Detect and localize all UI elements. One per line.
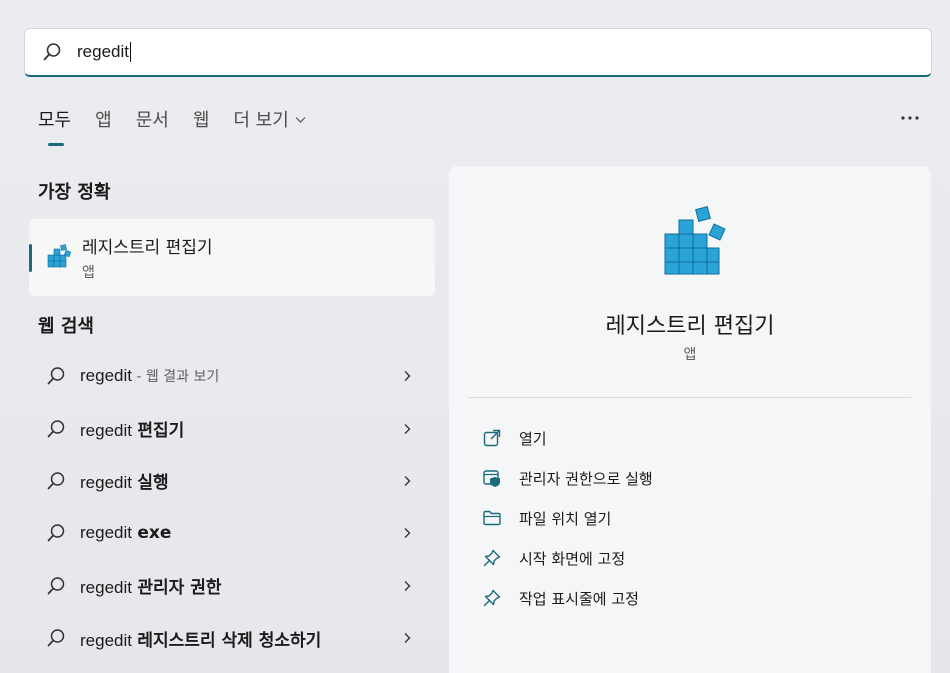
action-pin-to-taskbar-label: 작업 표시줄에 고정 (519, 589, 639, 608)
chevron-right-icon (404, 371, 411, 382)
web-search-item[interactable]: regedit 관리자 권한 (29, 560, 435, 612)
search-query: regedit (77, 41, 129, 61)
divider (468, 397, 911, 398)
open-external-icon (483, 429, 501, 447)
tab-apps[interactable]: 앱 (95, 106, 112, 132)
pin-icon (483, 589, 501, 607)
tab-web[interactable]: 웹 (193, 106, 210, 132)
search-icon (47, 629, 65, 647)
search-icon (47, 524, 65, 542)
search-icon (47, 367, 65, 385)
search-input[interactable]: regedit (77, 42, 131, 63)
tab-documents[interactable]: 문서 (136, 106, 169, 132)
web-search-label: regedit 실행 (80, 468, 169, 493)
search-box[interactable]: regedit (24, 28, 932, 77)
search-icon (43, 43, 61, 61)
action-run-as-admin-label: 관리자 권한으로 실행 (519, 469, 653, 488)
action-pin-to-taskbar[interactable]: 작업 표시줄에 고정 (482, 578, 653, 618)
web-search-query: regedit (80, 421, 132, 441)
action-open-file-location-label: 파일 위치 열기 (519, 509, 612, 528)
more-options-icon[interactable] (900, 108, 920, 128)
tab-all-label: 모두 (38, 110, 72, 131)
tab-all[interactable]: 모두 (38, 106, 72, 146)
action-open-label: 열기 (519, 429, 547, 448)
chevron-right-icon (404, 580, 411, 591)
tab-more[interactable]: 더 보기 (233, 106, 306, 132)
search-icon (47, 419, 65, 437)
best-match-result[interactable]: 레지스트리 편집기 앱 (29, 219, 435, 296)
pin-icon (483, 549, 501, 567)
detail-app-type: 앱 (683, 347, 697, 363)
web-search-suggestion: 관리자 권한 (137, 578, 222, 599)
web-search-suggestion: 실행 (137, 473, 169, 494)
web-search-item[interactable]: regedit - 웹 결과 보기 (29, 350, 435, 402)
web-search-label: regedit exe (80, 523, 171, 543)
detail-panel: 레지스트리 편집기 앱 열기 관리자 권한으로 실행 파일 위치 열기 시작 화… (449, 166, 931, 673)
chevron-down-icon (295, 116, 306, 123)
best-match-type: 앱 (82, 265, 95, 281)
web-search-suggestion: exe (137, 523, 172, 544)
action-pin-to-start-label: 시작 화면에 고정 (519, 549, 626, 568)
web-search-suggestion: 편집기 (137, 421, 185, 442)
tab-more-label: 더 보기 (233, 110, 289, 131)
chevron-right-icon (404, 528, 411, 539)
chevron-right-icon (404, 633, 411, 644)
action-list: 열기 관리자 권한으로 실행 파일 위치 열기 시작 화면에 고정 작업 표시줄… (482, 418, 653, 618)
chevron-right-icon (404, 423, 411, 434)
registry-editor-icon (47, 243, 72, 267)
tab-web-label: 웹 (192, 110, 210, 131)
web-search-query: regedit (80, 366, 132, 386)
action-open[interactable]: 열기 (482, 418, 653, 458)
web-search-query: regedit (80, 523, 132, 543)
web-search-suffix: - 웹 결과 보기 (131, 369, 220, 386)
folder-icon (483, 510, 501, 526)
admin-shield-icon (483, 470, 500, 487)
web-search-label: regedit 관리자 권한 (80, 573, 222, 598)
web-search-item[interactable]: regedit 레지스트리 삭제 청소하기 (29, 612, 435, 664)
web-search-label: regedit 편집기 (80, 416, 184, 441)
selection-indicator (29, 244, 32, 272)
action-open-file-location[interactable]: 파일 위치 열기 (482, 498, 653, 538)
web-search-suggestion: 레지스트리 삭제 청소하기 (137, 630, 322, 651)
action-run-as-admin[interactable]: 관리자 권한으로 실행 (482, 458, 653, 498)
web-search-item[interactable]: regedit 실행 (29, 455, 435, 507)
web-search-item[interactable]: regedit exe (29, 507, 435, 559)
tab-apps-label: 앱 (95, 110, 112, 131)
web-search-item[interactable]: regedit 편집기 (29, 402, 435, 454)
search-icon (47, 577, 65, 595)
web-search-heading: 웹 검색 (38, 316, 94, 337)
web-search-query: regedit (80, 630, 132, 650)
web-search-list: regedit - 웹 결과 보기 regedit 편집기 regedit 실행… (29, 350, 435, 664)
action-pin-to-start[interactable]: 시작 화면에 고정 (482, 538, 653, 578)
web-search-query: regedit (80, 578, 132, 598)
detail-app-name: 레지스트리 편집기 (605, 314, 775, 339)
tab-documents-label: 문서 (135, 110, 169, 131)
chevron-right-icon (404, 475, 411, 486)
web-search-query: regedit (80, 473, 132, 493)
web-search-label: regedit 레지스트리 삭제 청소하기 (80, 626, 321, 651)
best-match-heading: 가장 정확 (38, 182, 111, 203)
search-icon (47, 472, 65, 490)
filter-tabs: 모두 앱 문서 웹 더 보기 (38, 106, 330, 146)
text-caret (129, 42, 131, 63)
best-match-name: 레지스트리 편집기 (82, 238, 213, 258)
registry-editor-icon (664, 206, 726, 275)
web-search-label: regedit - 웹 결과 보기 (80, 366, 219, 386)
